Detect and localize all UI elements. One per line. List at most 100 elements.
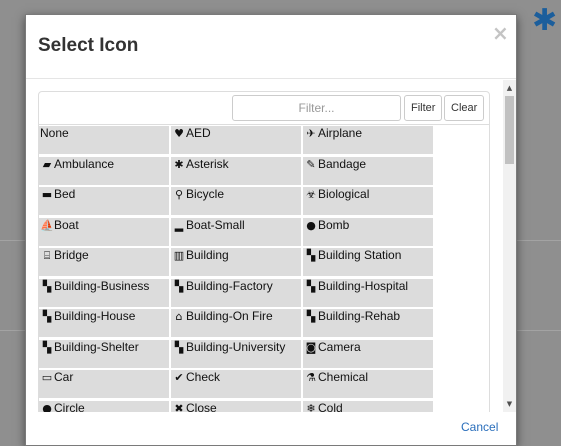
cancel-button[interactable]: Cancel bbox=[461, 420, 498, 434]
building-shelter-icon: ▚ bbox=[42, 341, 52, 354]
icon-option-label: Bomb bbox=[318, 218, 350, 232]
icon-option[interactable]: ♥ AED bbox=[171, 126, 301, 154]
building-rehab-icon: ▚ bbox=[306, 310, 316, 323]
icon-option[interactable]: ● Circle bbox=[39, 401, 169, 412]
vertical-scrollbar[interactable]: ▲ ▼ bbox=[503, 80, 516, 412]
icon-option[interactable]: ✖ Close bbox=[171, 401, 301, 412]
close-icon[interactable]: × bbox=[492, 23, 509, 43]
biohazard-icon: ☣ bbox=[306, 188, 316, 201]
icon-option[interactable]: ▭ Car bbox=[39, 370, 169, 398]
icon-option[interactable]: None bbox=[39, 126, 169, 154]
select-icon-modal: Select Icon × Filter Clear None♥AED✈Airp… bbox=[25, 14, 517, 446]
icon-option-label: Building-Shelter bbox=[54, 340, 139, 354]
icon-option-label: Building-House bbox=[54, 309, 136, 323]
ambulance-icon: ▰ bbox=[42, 158, 52, 171]
icon-option[interactable]: ✎ Bandage bbox=[303, 157, 433, 185]
icon-option-label: Building Station bbox=[318, 248, 402, 262]
camera-icon: ◙ bbox=[305, 341, 317, 354]
cold-icon: ❄ bbox=[306, 402, 316, 412]
icon-grid: None ♥ AED ✈ Airplane ▰ Ambulance ✱ Asterisk ✎ Ban… bbox=[39, 126, 489, 412]
icon-option-label: Bandage bbox=[318, 157, 367, 171]
icon-option-label: Building-On Fire bbox=[186, 309, 273, 323]
car-icon: ▭ bbox=[41, 371, 53, 384]
icon-option[interactable]: ◙ Camera bbox=[303, 340, 433, 368]
icon-option[interactable]: ▰ Ambulance bbox=[39, 157, 169, 185]
icon-option-label: Chemical bbox=[318, 370, 369, 384]
icon-option-label: Building-Rehab bbox=[318, 309, 401, 323]
scrollbar-thumb[interactable] bbox=[505, 96, 514, 164]
icon-option-label: Car bbox=[54, 370, 74, 384]
icon-option[interactable]: ⛵Boat bbox=[39, 218, 169, 246]
chemical-icon: ⚗ bbox=[306, 371, 316, 384]
icon-option[interactable]: ▚ Building-Rehab bbox=[303, 309, 433, 337]
building-hospital-icon: ▚ bbox=[306, 280, 316, 293]
icon-option[interactable]: ⌂ Building-On Fire bbox=[171, 309, 301, 337]
puzzle-icon[interactable]: ✱ bbox=[532, 6, 561, 36]
icon-option-label: Close bbox=[186, 401, 217, 412]
icon-option[interactable]: ⌸ Bridge bbox=[39, 248, 169, 276]
icon-option-label: Circle bbox=[54, 401, 85, 412]
circle-icon: ● bbox=[42, 402, 52, 412]
icon-option[interactable]: ▂ Boat-Small bbox=[171, 218, 301, 246]
icon-panel: Filter Clear None♥AED✈Airplane▰Ambulance… bbox=[38, 91, 490, 412]
bomb-icon: ● bbox=[306, 219, 316, 232]
icon-option-label: Building bbox=[186, 248, 229, 262]
building-icon: ▥ bbox=[173, 249, 185, 262]
icon-option[interactable]: ▬ Bed bbox=[39, 187, 169, 215]
building-house-icon: ▚ bbox=[42, 310, 52, 323]
icon-option[interactable]: ⚲ Bicycle bbox=[171, 187, 301, 215]
close-icon: ✖ bbox=[174, 402, 184, 412]
heart-pulse-icon: ♥ bbox=[174, 127, 184, 140]
modal-footer: Cancel bbox=[26, 412, 516, 445]
icon-option-label: Airplane bbox=[318, 126, 363, 140]
icon-option[interactable]: ● Bomb bbox=[303, 218, 433, 246]
clear-button[interactable]: Clear bbox=[444, 95, 484, 121]
icon-option[interactable]: ▚ Building-Factory bbox=[171, 279, 301, 307]
icon-option[interactable]: ▚ Building-Hospital bbox=[303, 279, 433, 307]
icon-option[interactable]: ▥ Building bbox=[171, 248, 301, 276]
small-boat-icon: ▂ bbox=[174, 219, 184, 232]
icon-option-label: None bbox=[40, 126, 69, 140]
icon-option[interactable]: ✔ Check bbox=[171, 370, 301, 398]
icon-option-label: AED bbox=[186, 126, 211, 140]
icon-option-label: Asterisk bbox=[186, 157, 229, 171]
bed-icon: ▬ bbox=[41, 188, 53, 201]
icon-option-label: Check bbox=[186, 370, 221, 384]
icon-option-label: Bed bbox=[54, 187, 76, 201]
icon-option-label: Boat bbox=[54, 218, 79, 232]
icon-option[interactable]: ▚ Building-Shelter bbox=[39, 340, 169, 368]
house-icon: ⌂ bbox=[175, 310, 183, 323]
icon-option[interactable]: ▚ Building Station bbox=[303, 248, 433, 276]
building-business-icon: ▚ bbox=[42, 280, 52, 293]
bicycle-icon: ⚲ bbox=[174, 188, 184, 201]
modal-header: Select Icon × bbox=[26, 15, 516, 79]
filter-input[interactable] bbox=[232, 95, 401, 121]
building-factory-icon: ▚ bbox=[174, 280, 184, 293]
icon-option[interactable]: ❄ Cold bbox=[303, 401, 433, 412]
icon-option-label: Building-Hospital bbox=[318, 279, 409, 293]
building-university-icon: ▚ bbox=[174, 341, 184, 354]
building-station-icon: ▚ bbox=[306, 249, 316, 262]
icon-option-label: Ambulance bbox=[54, 157, 115, 171]
icon-option-label: Bridge bbox=[54, 248, 89, 262]
icon-option-label: Building-Business bbox=[54, 279, 150, 293]
icon-option[interactable]: ✱ Asterisk bbox=[171, 157, 301, 185]
icon-option[interactable]: ☣ Biological bbox=[303, 187, 433, 215]
icon-option-label: Camera bbox=[318, 340, 361, 354]
icon-option[interactable]: ▚ Building-University bbox=[171, 340, 301, 368]
check-icon: ✔ bbox=[174, 371, 184, 384]
icon-option[interactable]: ⚗ Chemical bbox=[303, 370, 433, 398]
bandage-icon: ✎ bbox=[306, 158, 316, 171]
scroll-down-arrow-icon[interactable]: ▼ bbox=[503, 398, 516, 410]
icon-option[interactable]: ✈ Airplane bbox=[303, 126, 433, 154]
modal-title: Select Icon bbox=[38, 35, 139, 56]
icon-option[interactable]: ▚ Building-House bbox=[39, 309, 169, 337]
filter-button[interactable]: Filter bbox=[404, 95, 442, 121]
boat-icon: ⛵ bbox=[40, 219, 54, 232]
bridge-icon: ⌸ bbox=[43, 249, 51, 262]
filter-bar: Filter Clear bbox=[39, 92, 489, 125]
asterisk-icon: ✱ bbox=[174, 158, 184, 171]
icon-option[interactable]: ▚ Building-Business bbox=[39, 279, 169, 307]
scroll-up-arrow-icon[interactable]: ▲ bbox=[503, 82, 516, 94]
icon-option-label: Cold bbox=[318, 401, 343, 412]
